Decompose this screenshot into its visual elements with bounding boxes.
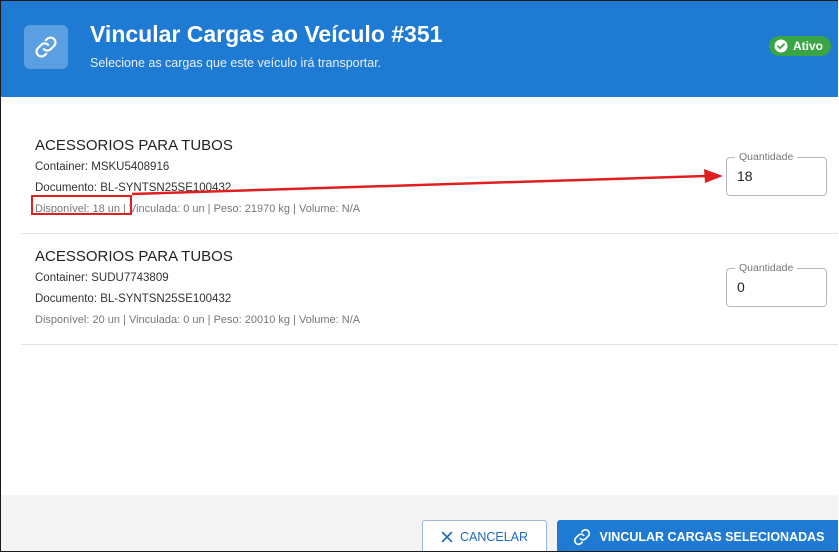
close-icon — [441, 531, 453, 542]
link-cargo-button-label: VINCULAR CARGAS SELECIONADAS — [599, 529, 825, 544]
annotation-arrow — [131, 169, 723, 196]
dialog: Vincular Cargas ao Veículo #351 Selecion… — [0, 0, 838, 552]
cancel-button[interactable]: CANCELAR — [422, 520, 547, 551]
cancel-button-label: CANCELAR — [459, 529, 529, 544]
link-icon — [574, 528, 591, 545]
link-cargo-button[interactable]: VINCULAR CARGAS SELECIONADAS — [557, 520, 838, 551]
